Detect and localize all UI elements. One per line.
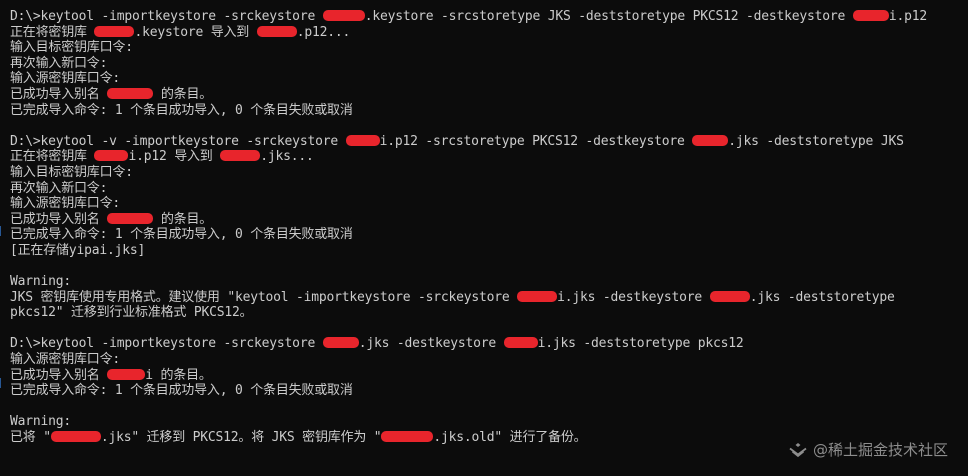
console-text: pkcs12" 迁移到行业标准格式 PKCS12。 [10,305,253,321]
watermark: @稀土掘金技术社区 [788,439,948,460]
redaction-mark [107,368,146,380]
console-line: [正在存储yipai.jks] [10,243,964,259]
console-text: 的条目。 [153,211,213,227]
console-output: D:\>keytool -importkeystore -srckeystore… [10,9,964,446]
console-line: 输入目标密钥库口令: [10,165,964,181]
window-edge-mark [0,378,6,388]
console-line: 正在将密钥库 .keystore 导入到 .p12... [10,25,964,41]
console-line: 输入源密钥库口令: [10,196,964,212]
redaction-mark [256,25,297,37]
console-text: D:\>keytool -v -importkeystore -srckeyst… [10,133,346,149]
console-line: 再次输入新口令: [10,56,964,72]
console-text: i 的条目。 [145,367,212,383]
console-text: 输入源密钥库口令: [10,352,121,368]
console-text: 已完成导入命令: 1 个条目成功导入, 0 个条目失败或取消 [10,102,353,118]
console-text: 输入源密钥库口令: [10,196,121,212]
window-edge-mark [0,226,6,236]
console-text: .keystore 导入到 [134,24,257,40]
console-line: 已完成导入命令: 1 个条目成功导入, 0 个条目失败或取消 [10,103,964,119]
console-text: i.jks -destkeystore [557,289,710,305]
redaction-mark [107,212,154,224]
console-text: 正在将密钥库 [10,24,95,40]
console-text: 输入目标密钥库口令: [10,40,133,56]
console-text: i.p12 [888,9,927,24]
console-text: .p12... [296,24,351,40]
console-text: [正在存储yipai.jks] [10,242,146,258]
console-text: D:\>keytool -importkeystore -srckeystore [10,336,323,352]
console-line: D:\>keytool -v -importkeystore -srckeyst… [10,134,964,150]
console-text: Warning: [10,414,72,430]
redaction-mark [322,337,359,349]
console-line: JKS 密钥库使用专用格式。建议使用 "keytool -importkeyst… [10,290,964,306]
console-text: 已完成导入命令: 1 个条目成功导入, 0 个条目失败或取消 [10,383,353,399]
console-text: .jks... [260,149,314,165]
console-line: 已成功导入别名 i 的条目。 [10,368,964,384]
console-text: Warning: [10,274,72,290]
console-line: 再次输入新口令: [10,181,964,197]
console-text: .jks -deststoretype [749,289,895,305]
console-line: 已完成导入命令: 1 个条目成功导入, 0 个条目失败或取消 [10,383,964,399]
console-text: .jks.old" 进行了备份。 [433,430,587,446]
console-line: D:\>keytool -importkeystore -srckeystore… [10,9,964,25]
console-line: pkcs12" 迁移到行业标准格式 PKCS12。 [10,305,964,321]
console-line: 已成功导入别名 的条目。 [10,212,964,228]
console-line: 已成功导入别名 的条目。 [10,87,964,103]
console-line: 输入目标密钥库口令: [10,40,964,56]
redaction-mark [381,431,434,443]
redaction-mark [220,150,261,162]
console-text: .jks -deststoretype JKS [728,133,904,149]
console-text: 已成功导入别名 [10,367,108,383]
terminal-window[interactable]: D:\>keytool -importkeystore -srckeystore… [0,0,968,476]
console-text: .jks -destkeystore [358,336,504,352]
console-text: 已成功导入别名 [10,86,108,102]
watermark-text: @稀土掘金技术社区 [812,441,948,459]
redaction-mark [50,431,101,443]
redaction-mark [503,337,538,349]
console-line: Warning: [10,414,964,430]
console-line: Warning: [10,274,964,290]
redaction-mark [94,25,135,37]
console-line: 正在将密钥库 i.p12 导入到 .jks... [10,149,964,165]
console-text: JKS 密钥库使用专用格式。建议使用 "keytool -importkeyst… [10,289,518,305]
redaction-mark [852,10,889,21]
console-text: 的条目。 [153,86,213,102]
console-text: 输入源密钥库口令: [10,71,121,87]
redaction-mark [107,87,154,99]
console-text: i.jks -deststoretype pkcs12 [537,336,744,352]
console-text: 正在将密钥库 [10,149,95,165]
console-text: 再次输入新口令: [10,55,108,71]
console-text: 再次输入新口令: [10,180,108,196]
redaction-mark [322,10,365,21]
console-text: D:\>keytool -importkeystore -srckeystore [10,9,323,24]
console-text: i.p12 导入到 [128,149,221,165]
console-text: 已将 " [10,430,51,446]
console-line: 输入源密钥库口令: [10,352,964,368]
console-text: 已成功导入别名 [10,211,108,227]
console-text: 输入目标密钥库口令: [10,164,133,180]
juejin-logo-icon [788,442,808,458]
redaction-mark [345,134,380,146]
console-line: 已完成导入命令: 1 个条目成功导入, 0 个条目失败或取消 [10,227,964,243]
redaction-mark [517,290,558,302]
redaction-mark [94,150,129,162]
console-line: D:\>keytool -importkeystore -srckeystore… [10,336,964,352]
console-text: i.p12 -srcstoretype PKCS12 -destkeystore [379,133,693,149]
console-line: 输入源密钥库口令: [10,71,964,87]
console-text: .jks" 迁移到 PKCS12。将 JKS 密钥库作为 " [100,430,382,446]
console-text: .keystore -srcstoretype JKS -deststorety… [364,9,853,24]
redaction-mark [692,134,729,146]
console-text: 已完成导入命令: 1 个条目成功导入, 0 个条目失败或取消 [10,227,353,243]
redaction-mark [709,290,750,302]
